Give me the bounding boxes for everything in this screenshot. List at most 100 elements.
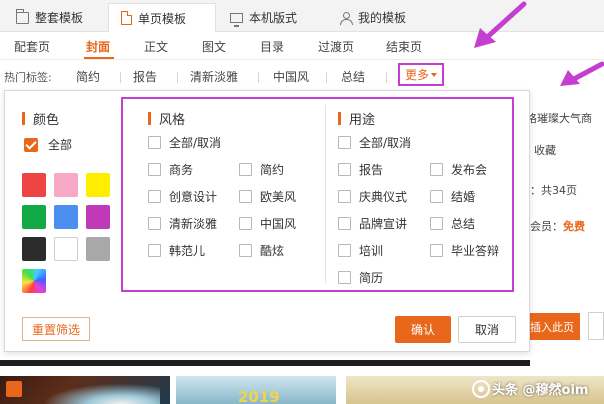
cancel-button[interactable]: 取消 xyxy=(458,316,516,343)
checkbox xyxy=(148,163,161,176)
divider xyxy=(120,72,121,83)
usage-option[interactable]: 报告 xyxy=(338,161,383,178)
category-transition[interactable]: 过渡页 xyxy=(318,38,354,55)
color-all-checkbox[interactable]: 全部 xyxy=(24,136,72,153)
color-swatch[interactable] xyxy=(22,205,46,229)
usage-option[interactable]: 培训 xyxy=(338,242,383,259)
divider xyxy=(386,72,387,83)
style-option[interactable]: 韩范儿 xyxy=(148,242,205,259)
section-marker xyxy=(338,112,341,125)
usage-option[interactable]: 简历 xyxy=(338,269,383,286)
checkbox xyxy=(338,136,351,149)
tab-label: 整套模板 xyxy=(35,11,84,25)
more-tags-button[interactable]: 更多 xyxy=(398,63,444,86)
confirm-button[interactable]: 确认 xyxy=(395,316,451,343)
category-toc[interactable]: 目录 xyxy=(260,38,284,55)
tab-my-templates[interactable]: 我的模板 xyxy=(332,3,432,32)
checkbox xyxy=(338,244,351,257)
checkbox xyxy=(148,136,161,149)
more-label: 更多 xyxy=(404,68,429,82)
style-option[interactable]: 创意设计 xyxy=(148,188,217,205)
color-swatch[interactable] xyxy=(86,173,110,197)
checkbox xyxy=(430,217,443,230)
tab-full-set-templates[interactable]: 整套模板 xyxy=(6,3,106,32)
color-swatch[interactable] xyxy=(54,205,78,229)
hot-tags-bar: 热门标签: 简约 报告 清新淡雅 中国风 总结 xyxy=(0,60,604,90)
usage-section-title: 用途 xyxy=(338,109,375,128)
divider xyxy=(258,72,259,83)
hot-tag[interactable]: 中国风 xyxy=(273,68,309,85)
thumbnail-art xyxy=(30,380,160,404)
style-section-title: 风格 xyxy=(148,109,185,128)
thumbnail-year-text: 2019 xyxy=(238,388,280,404)
monitor-icon xyxy=(230,12,243,27)
user-icon xyxy=(340,11,353,25)
caret-down-icon xyxy=(431,72,437,77)
checkbox xyxy=(430,244,443,257)
category-matching-pages[interactable]: 配套页 xyxy=(14,38,50,55)
checkbox xyxy=(430,190,443,203)
usage-option[interactable]: 品牌宣讲 xyxy=(338,215,407,232)
category-ending[interactable]: 结束页 xyxy=(386,38,422,55)
section-marker xyxy=(148,112,151,125)
checkbox xyxy=(239,217,252,230)
usage-option[interactable]: 结婚 xyxy=(430,188,475,205)
checkbox xyxy=(338,163,351,176)
tab-local-layouts[interactable]: 本机版式 xyxy=(222,3,322,32)
style-toggle-all[interactable]: 全部/取消 xyxy=(148,134,221,151)
hot-tags-label: 热门标签: xyxy=(4,71,52,84)
checkbox xyxy=(430,163,443,176)
color-swatch[interactable] xyxy=(54,237,78,261)
hot-tag[interactable]: 总结 xyxy=(341,68,365,85)
checkbox xyxy=(239,163,252,176)
checkbox xyxy=(239,190,252,203)
category-cover[interactable]: 封面 xyxy=(86,38,110,55)
member-label: 会员：免费 xyxy=(530,220,585,233)
checkbox xyxy=(338,271,351,284)
color-section-title: 颜色 xyxy=(22,109,59,128)
color-swatch[interactable] xyxy=(86,237,110,261)
color-swatch[interactable] xyxy=(86,205,110,229)
checkbox xyxy=(148,244,161,257)
usage-option[interactable]: 庆典仪式 xyxy=(338,188,407,205)
usage-toggle-all[interactable]: 全部/取消 xyxy=(338,134,411,151)
filter-dropdown-panel: 颜色 全部 重置筛选 风格 全部/取消 商务 简约创意设计 欧美风清新淡雅 中国风韩范… xyxy=(4,90,530,352)
reset-filter-button[interactable]: 重置筛选 xyxy=(22,317,90,341)
color-swatch[interactable] xyxy=(22,269,46,293)
usage-option[interactable]: 毕业答辩 xyxy=(430,242,499,259)
divider xyxy=(177,72,178,83)
annotation-arrow-icon xyxy=(560,61,604,86)
style-option[interactable]: 欧美风 xyxy=(239,188,296,205)
section-marker xyxy=(22,112,25,125)
annotation-arrow-icon xyxy=(474,1,527,48)
usage-option[interactable]: 总结 xyxy=(430,215,475,232)
hot-tag[interactable]: 报告 xyxy=(133,68,157,85)
checkbox xyxy=(338,217,351,230)
folder-icon xyxy=(16,8,29,24)
divider xyxy=(326,72,327,83)
color-swatch[interactable] xyxy=(22,173,46,197)
category-image-text[interactable]: 图文 xyxy=(202,38,226,55)
style-option[interactable]: 中国风 xyxy=(239,215,296,232)
favorite-link[interactable]: 收藏 xyxy=(534,142,556,158)
color-swatch[interactable] xyxy=(54,173,78,197)
style-option[interactable]: 简约 xyxy=(239,161,284,178)
color-swatch[interactable] xyxy=(22,237,46,261)
checkbox xyxy=(338,190,351,203)
tab-single-page-templates[interactable]: 单页模板 xyxy=(108,3,216,32)
style-option[interactable]: 酷炫 xyxy=(239,242,284,259)
tab-label: 我的模板 xyxy=(358,11,407,25)
tab-label: 单页模板 xyxy=(138,11,187,26)
category-body[interactable]: 正文 xyxy=(144,38,168,55)
style-option[interactable]: 清新淡雅 xyxy=(148,215,217,232)
active-category-indicator xyxy=(84,57,114,59)
hot-tag[interactable]: 简约 xyxy=(76,68,100,85)
preview-bottom-edge xyxy=(0,360,530,366)
style-option[interactable]: 商务 xyxy=(148,161,193,178)
watermark: 头条 @穆然oim xyxy=(468,379,588,398)
side-button[interactable] xyxy=(588,312,604,340)
thumbnail-badge-icon xyxy=(6,381,22,397)
checkbox xyxy=(239,244,252,257)
usage-option[interactable]: 发布会 xyxy=(430,161,487,178)
hot-tag[interactable]: 清新淡雅 xyxy=(190,68,238,85)
